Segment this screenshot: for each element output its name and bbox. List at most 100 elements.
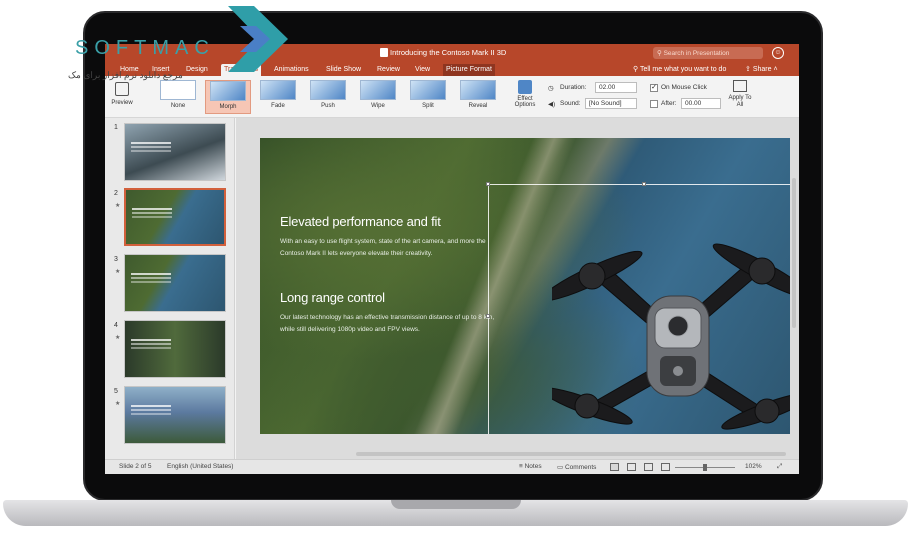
search-icon: ⚲ bbox=[657, 50, 664, 57]
transition-thumb bbox=[210, 81, 246, 101]
laptop-notch bbox=[391, 500, 521, 509]
effect-options-button[interactable]: Effect Options bbox=[510, 80, 540, 114]
lightbulb-icon: ⚲ bbox=[633, 66, 640, 73]
preview-label: Preview bbox=[111, 100, 133, 106]
slide-heading-2[interactable]: Long range control bbox=[280, 290, 385, 305]
transition-label: None bbox=[170, 103, 186, 109]
notes-button[interactable]: ≡ Notes bbox=[519, 463, 542, 470]
tab-picture-format[interactable]: Picture Format bbox=[443, 64, 495, 76]
duration-label: Duration: bbox=[560, 84, 587, 91]
share-icon: ⇪ bbox=[745, 66, 753, 73]
thumbnail-caption bbox=[131, 273, 171, 275]
thumbnail-caption bbox=[131, 405, 171, 407]
zoom-level[interactable]: 102% bbox=[745, 463, 762, 470]
apply-to-all-icon bbox=[733, 80, 747, 92]
transition-wipe[interactable]: Wipe bbox=[355, 80, 401, 114]
slideshow-icon[interactable] bbox=[661, 463, 670, 471]
watermark-brand: SOFTMAC bbox=[75, 37, 215, 59]
transition-label: Split bbox=[422, 103, 434, 109]
transition-fade[interactable]: Fade bbox=[255, 80, 301, 114]
tab-view[interactable]: View bbox=[412, 64, 433, 76]
slide-thumbnail-5[interactable] bbox=[124, 386, 226, 444]
comments-button[interactable]: ▭ Comments bbox=[557, 463, 596, 471]
after-checkbox[interactable] bbox=[650, 100, 658, 108]
transition-split[interactable]: Split bbox=[405, 80, 451, 114]
slide-number: 5 bbox=[114, 388, 118, 395]
on-mouse-click-checkbox[interactable]: ✓ bbox=[650, 84, 658, 92]
notes-label: Notes bbox=[524, 463, 542, 470]
chevron-up-icon: ˄ bbox=[771, 66, 778, 73]
transitions-toolbar: Preview None Morph Fade Push Wipe Split … bbox=[105, 76, 799, 118]
slide-body-1[interactable]: With an easy to use flight system, state… bbox=[280, 236, 495, 260]
share-button[interactable]: ⇪ Share ˄ bbox=[745, 65, 778, 73]
transition-thumb bbox=[260, 80, 296, 100]
transition-morph[interactable]: Morph bbox=[205, 80, 251, 114]
sound-label: Sound: bbox=[560, 100, 581, 107]
transition-label: Reveal bbox=[468, 103, 488, 109]
after-label: After: bbox=[661, 100, 677, 107]
effect-options-icon bbox=[518, 80, 532, 94]
clock-icon: ◷ bbox=[548, 85, 554, 92]
tell-me-text: Tell me what you want to do bbox=[639, 66, 727, 73]
transition-thumb bbox=[310, 80, 346, 100]
slide-number: 1 bbox=[114, 124, 118, 131]
account-icon[interactable]: ☺ bbox=[772, 47, 784, 59]
speaker-icon: ◀) bbox=[548, 101, 556, 108]
search-input[interactable]: ⚲ Search in Presentation bbox=[653, 47, 763, 59]
sound-select[interactable]: [No Sound] bbox=[585, 98, 637, 109]
resize-handle[interactable] bbox=[486, 314, 490, 318]
slide-body-2[interactable]: Our latest technology has an effective t… bbox=[280, 312, 495, 336]
reading-view-icon[interactable] bbox=[644, 463, 653, 471]
thumbnail-caption bbox=[132, 208, 172, 210]
slide-thumbnail-3[interactable] bbox=[124, 254, 226, 312]
status-bar: Slide 2 of 5 English (United States) ≡ N… bbox=[105, 459, 799, 474]
transition-thumb bbox=[460, 80, 496, 100]
horizontal-scrollbar[interactable] bbox=[356, 452, 786, 456]
stage: Introducing the Contoso Mark II 3D ⚲ Sea… bbox=[0, 0, 911, 540]
transition-label: Morph bbox=[219, 104, 237, 110]
powerpoint-window: Introducing the Contoso Mark II 3D ⚲ Sea… bbox=[105, 44, 799, 474]
slide-number: 4 bbox=[114, 322, 118, 329]
transition-none[interactable]: None bbox=[155, 80, 201, 114]
search-placeholder: Search in Presentation bbox=[663, 50, 730, 57]
transition-star-icon: ★ bbox=[115, 203, 121, 209]
comment-icon: ▭ bbox=[557, 464, 565, 471]
transition-label: Push bbox=[321, 103, 335, 109]
current-slide[interactable]: Elevated performance and fit With an eas… bbox=[260, 138, 790, 434]
apply-to-all-button[interactable]: Apply To All bbox=[725, 80, 755, 114]
preview-button[interactable]: Preview bbox=[109, 80, 135, 114]
picture-selection-frame[interactable] bbox=[486, 182, 790, 434]
transition-label: Wipe bbox=[371, 103, 385, 109]
duration-field[interactable]: 02.00 bbox=[595, 82, 637, 93]
tab-design[interactable]: Design bbox=[183, 64, 211, 76]
resize-handle[interactable] bbox=[486, 182, 490, 186]
apply-to-all-label: Apply To All bbox=[728, 95, 752, 108]
slide-number: 2 bbox=[114, 190, 118, 197]
slide-heading-1[interactable]: Elevated performance and fit bbox=[280, 214, 441, 229]
zoom-slider-thumb[interactable] bbox=[703, 464, 707, 471]
fit-to-window-icon[interactable]: ⤢ bbox=[777, 463, 782, 471]
slide-thumbnail-2[interactable] bbox=[124, 188, 226, 246]
slide-count: Slide 2 of 5 bbox=[119, 463, 152, 470]
vertical-scrollbar[interactable] bbox=[792, 178, 796, 328]
after-field[interactable]: 00.00 bbox=[681, 98, 721, 109]
slide-thumbnail-1[interactable] bbox=[124, 123, 226, 181]
tab-review[interactable]: Review bbox=[374, 64, 403, 76]
thumbnail-caption bbox=[131, 142, 171, 144]
normal-view-icon[interactable] bbox=[610, 463, 619, 471]
transition-star-icon: ★ bbox=[115, 269, 121, 275]
tell-me-box[interactable]: ⚲ Tell me what you want to do bbox=[633, 65, 726, 73]
share-label: Share bbox=[752, 66, 772, 73]
slide-canvas: Elevated performance and fit With an eas… bbox=[236, 118, 799, 459]
transition-reveal[interactable]: Reveal bbox=[455, 80, 501, 114]
document-icon bbox=[380, 48, 388, 57]
resize-handle[interactable] bbox=[642, 182, 646, 186]
tab-slide-show[interactable]: Slide Show bbox=[323, 64, 364, 76]
transition-push[interactable]: Push bbox=[305, 80, 351, 114]
slide-sorter-icon[interactable] bbox=[627, 463, 636, 471]
transition-thumb bbox=[360, 80, 396, 100]
transition-label: Fade bbox=[271, 103, 285, 109]
slide-thumbnail-4[interactable] bbox=[124, 320, 226, 378]
language-status[interactable]: English (United States) bbox=[167, 463, 233, 470]
softmac-logo bbox=[228, 6, 288, 72]
